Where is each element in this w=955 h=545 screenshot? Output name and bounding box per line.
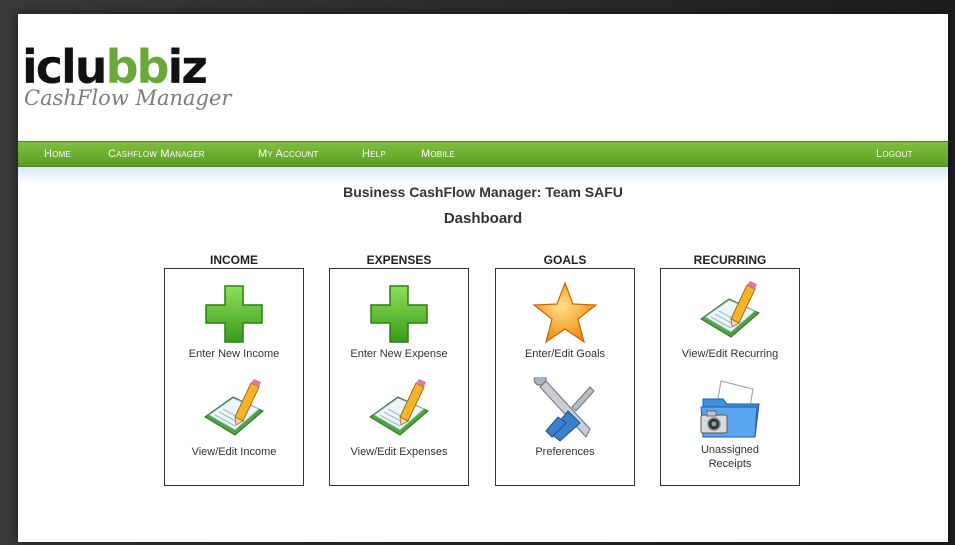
- enter-new-income-label: Enter New Income: [188, 348, 280, 360]
- iclubbiz-logo[interactable]: iclubbiz CashFlow Manager: [22, 44, 262, 134]
- plus-icon: [370, 285, 428, 343]
- unassigned-receipts-label: Unassigned Receipts: [700, 444, 760, 470]
- view-edit-expenses-button[interactable]: View/Edit Expenses: [330, 377, 468, 459]
- preferences-button[interactable]: Preferences: [496, 377, 634, 459]
- nav-help[interactable]: Help: [362, 148, 386, 160]
- section-heading-expenses: EXPENSES: [366, 253, 432, 267]
- income-panel: Enter New Income View/Edit Income: [164, 268, 304, 486]
- browser-viewport: iclubbiz CashFlow Manager Home Cashflow …: [18, 14, 948, 542]
- nav-mobile[interactable]: Mobile: [421, 148, 455, 160]
- main-nav: Home Cashflow Manager My Account Help Mo…: [18, 141, 948, 167]
- view-edit-recurring-button[interactable]: View/Edit Recurring: [661, 279, 799, 361]
- view-edit-income-label: View/Edit Income: [191, 446, 277, 458]
- nav-logout[interactable]: Logout: [876, 148, 913, 160]
- enter-new-income-button[interactable]: Enter New Income: [165, 283, 303, 361]
- page-subtitle: Dashboard: [443, 210, 523, 227]
- nav-my-account[interactable]: My Account: [258, 148, 319, 160]
- goals-panel: Enter/Edit Goals Preferences: [495, 268, 635, 486]
- nav-home[interactable]: Home: [44, 148, 71, 160]
- notebook-icon: [369, 379, 429, 436]
- notebook-icon: [204, 379, 264, 436]
- camera-folder-icon: [700, 380, 760, 438]
- nav-cashflow-manager[interactable]: Cashflow Manager: [108, 148, 205, 160]
- enter-edit-goals-button[interactable]: Enter/Edit Goals: [496, 281, 634, 361]
- enter-new-expense-button[interactable]: Enter New Expense: [330, 283, 468, 361]
- section-heading-income: INCOME: [210, 253, 258, 267]
- notebook-icon: [700, 281, 760, 338]
- unassigned-receipts-button[interactable]: Unassigned Receipts: [661, 377, 799, 471]
- recurring-panel: View/Edit Recurring Unassigned Receipts: [660, 268, 800, 486]
- logo-subtitle: CashFlow Manager: [24, 86, 232, 110]
- enter-edit-goals-label: Enter/Edit Goals: [524, 348, 606, 360]
- nav-shadow: [18, 167, 948, 183]
- enter-new-expense-label: Enter New Expense: [350, 348, 448, 360]
- view-edit-recurring-label: View/Edit Recurring: [681, 348, 779, 360]
- star-icon: [532, 281, 598, 344]
- expenses-panel: Enter New Expense View/Edit Expenses: [329, 268, 469, 486]
- section-heading-recurring: RECURRING: [693, 253, 767, 267]
- tools-icon: [533, 377, 595, 442]
- preferences-label: Preferences: [535, 446, 595, 458]
- section-heading-goals: GOALS: [543, 253, 587, 267]
- view-edit-income-button[interactable]: View/Edit Income: [165, 377, 303, 459]
- view-edit-expenses-label: View/Edit Expenses: [350, 446, 448, 458]
- page-title: Business CashFlow Manager: Team SAFU: [343, 184, 623, 200]
- logo-wordmark: iclubbiz: [22, 40, 208, 94]
- plus-icon: [205, 285, 263, 343]
